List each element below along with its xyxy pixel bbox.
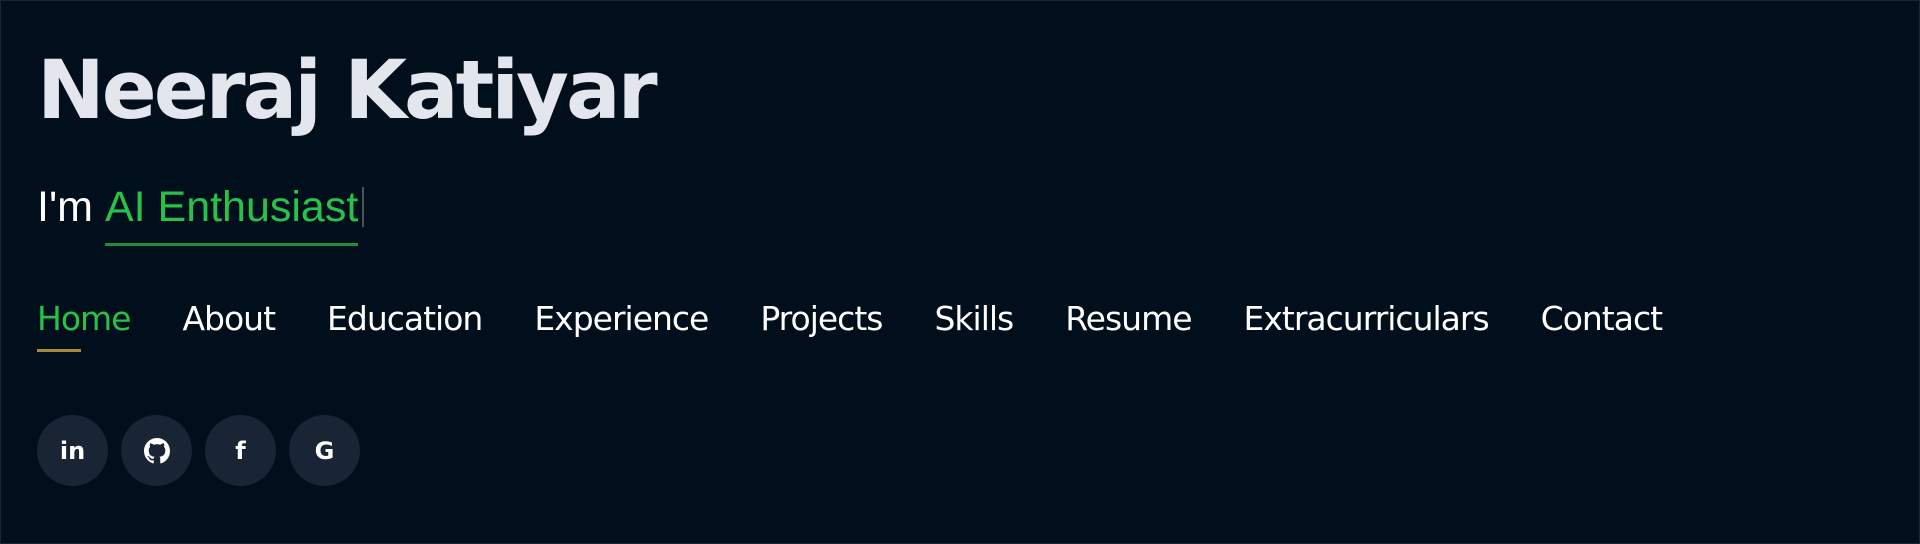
linkedin-icon: in <box>59 436 86 465</box>
social-links: in f G <box>37 415 360 486</box>
nav-resume[interactable]: Resume <box>1065 293 1192 345</box>
github-icon <box>143 437 170 463</box>
main-nav: Home About Education Experience Projects… <box>37 293 1663 352</box>
nav-skills[interactable]: Skills <box>934 293 1014 345</box>
hero-section: Neeraj Katiyar I'm AI Enthusiast Home Ab… <box>0 0 1920 544</box>
nav-experience[interactable]: Experience <box>534 293 709 345</box>
tagline-prefix: I'm <box>37 183 93 231</box>
google-link[interactable]: G <box>289 415 360 486</box>
tagline: I'm AI Enthusiast <box>37 181 365 246</box>
facebook-icon: f <box>235 436 246 465</box>
google-icon: G <box>314 436 335 465</box>
github-link[interactable] <box>121 415 192 486</box>
facebook-link[interactable]: f <box>205 415 276 486</box>
nav-education[interactable]: Education <box>327 293 483 345</box>
site-title: Neeraj Katiyar <box>37 44 658 138</box>
nav-home[interactable]: Home <box>37 293 131 352</box>
typed-role-text: AI Enthusiast <box>104 183 359 246</box>
linkedin-link[interactable]: in <box>37 415 108 486</box>
nav-projects[interactable]: Projects <box>760 293 883 345</box>
nav-extracurriculars[interactable]: Extracurriculars <box>1244 293 1490 345</box>
nav-about[interactable]: About <box>182 293 276 345</box>
typing-cursor <box>362 187 365 227</box>
nav-contact[interactable]: Contact <box>1541 293 1663 345</box>
